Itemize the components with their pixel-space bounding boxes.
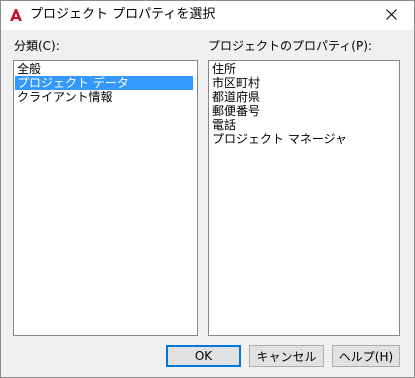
help-button[interactable]: ヘルプ(H) [332,345,400,367]
property-item[interactable]: プロジェクト マネージャ [210,132,388,146]
title-bar: プロジェクト プロパティを選択 [1,1,414,30]
categories-label: 分類(C): [14,39,60,53]
category-item-selected[interactable]: プロジェクト データ [15,76,193,90]
close-button[interactable] [369,1,414,30]
property-item[interactable]: 都道府県 [210,90,388,104]
property-item[interactable]: 住所 [210,62,388,76]
autocad-logo-icon [8,7,24,23]
properties-label: プロジェクトのプロパティ(P): [208,39,372,53]
ok-button[interactable]: OK [166,345,241,367]
cancel-button[interactable]: キャンセル [249,345,324,367]
select-project-properties-dialog: プロジェクト プロパティを選択 分類(C): プロジェクトのプロパティ(P): … [0,0,415,378]
property-item[interactable]: 郵便番号 [210,104,388,118]
categories-listbox[interactable]: 全般 プロジェクト データ クライアント情報 [13,60,198,336]
dialog-title: プロジェクト プロパティを選択 [30,7,216,22]
close-icon [386,8,397,23]
properties-listbox[interactable]: 住所 市区町村 都道府県 郵便番号 電話 プロジェクト マネージャ [208,60,400,336]
property-item[interactable]: 電話 [210,118,388,132]
category-item[interactable]: クライアント情報 [15,90,193,104]
property-item[interactable]: 市区町村 [210,76,388,90]
category-item[interactable]: 全般 [15,62,193,76]
